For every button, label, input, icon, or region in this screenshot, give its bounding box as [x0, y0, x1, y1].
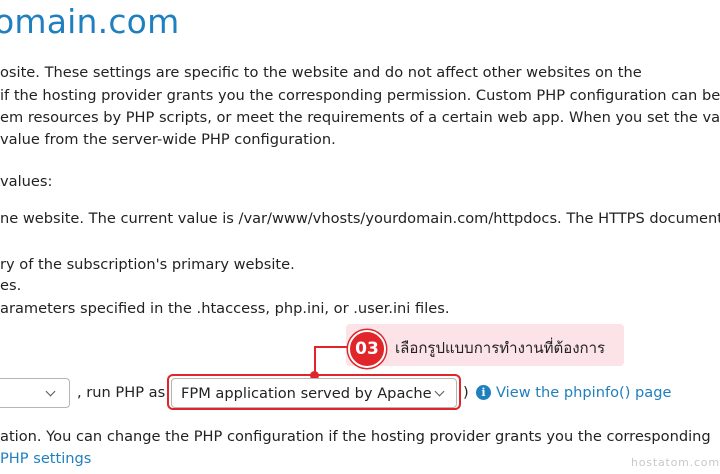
php-version-select[interactable] [0, 378, 70, 408]
footer-line-1: ation. You can change the PHP configurat… [0, 428, 711, 445]
values-line-4: arameters specified in the .htaccess, ph… [0, 300, 450, 317]
step-badge: 03 [348, 330, 386, 368]
description-line-2: if the hosting provider grants you the c… [0, 87, 720, 104]
callout-text: เลือกรูปแบบการทำงานที่ต้องการ [395, 339, 606, 357]
description-line-3: em resources by PHP scripts, or meet the… [0, 109, 720, 126]
values-line-3: es. [0, 277, 22, 294]
info-icon: i [476, 385, 491, 400]
php-settings-link[interactable]: PHP settings [0, 450, 91, 467]
chevron-down-icon [45, 386, 56, 397]
watermark: hostatom.com [631, 456, 720, 469]
run-php-as-label: , run PHP as [77, 384, 166, 401]
handler-highlight-frame [167, 374, 461, 410]
callout-leader-horizontal [314, 346, 350, 348]
values-heading: values: [0, 173, 53, 190]
close-paren: ) [463, 384, 469, 401]
values-line-2: ry of the subscription's primary website… [0, 256, 295, 273]
page-title: omain.com [0, 2, 180, 41]
description-line-1: osite. These settings are specific to th… [0, 64, 642, 81]
phpinfo-link[interactable]: View the phpinfo() page [496, 384, 671, 401]
values-line-1: ne website. The current value is /var/ww… [0, 210, 720, 227]
description-line-4: value from the server-wide PHP configura… [0, 131, 336, 148]
